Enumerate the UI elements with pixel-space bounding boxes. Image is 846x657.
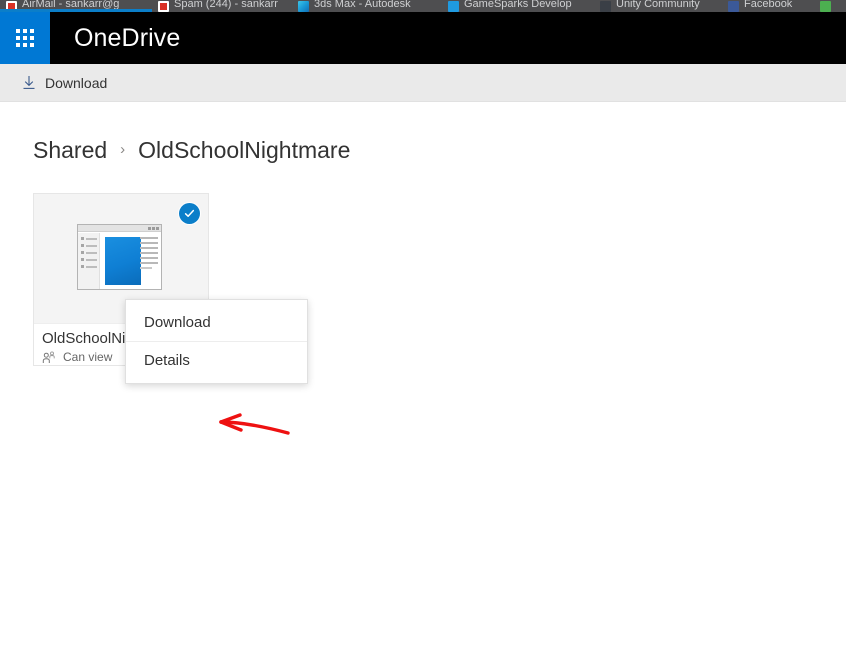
- browser-tab[interactable]: GameSparks Develop: [442, 0, 594, 12]
- app-launcher-button[interactable]: [0, 12, 50, 64]
- preview-sidebar: [78, 233, 100, 289]
- people-shared-icon: [42, 351, 57, 364]
- app-launcher-icon: [16, 29, 34, 47]
- mail-favicon: [158, 1, 169, 12]
- check-circle-icon: [184, 209, 195, 217]
- browser-tab[interactable]: 3ds Max - Autodesk: [292, 0, 442, 12]
- browser-tab-label: Facebook: [744, 0, 793, 10]
- browser-tab[interactable]: Facebook: [722, 0, 814, 12]
- command-bar: Download: [0, 64, 846, 102]
- preview-text-lines: [140, 237, 158, 272]
- gamesparks-favicon: [448, 1, 459, 12]
- browser-tab[interactable]: Spam (244) - sankarr: [152, 0, 292, 12]
- browser-tab-label: Unity Community: [616, 0, 700, 10]
- browser-tab[interactable]: [814, 0, 846, 12]
- autodesk-favicon: [298, 1, 309, 12]
- breadcrumb-item-current: OldSchoolNightmare: [138, 137, 351, 163]
- selection-checkbox[interactable]: [179, 203, 200, 224]
- unity-favicon: [600, 1, 611, 12]
- context-menu-item-download[interactable]: Download: [126, 304, 307, 341]
- red-arrow-pointing-left: [216, 411, 296, 445]
- download-icon: [22, 75, 36, 91]
- breadcrumb: Shared › OldSchoolNightmare: [33, 135, 350, 165]
- preview-image-block: [105, 237, 141, 285]
- file-sharing-label: Can view: [63, 350, 113, 364]
- breadcrumb-separator-icon: ›: [120, 141, 126, 158]
- facebook-favicon: [728, 1, 739, 12]
- breadcrumb-item-shared[interactable]: Shared: [33, 136, 107, 164]
- main-content: Shared › OldSchoolNightmare OldSchoolNig…: [0, 103, 846, 657]
- onedrive-brand-link[interactable]: OneDrive: [74, 12, 180, 64]
- document-preview-thumbnail: [77, 224, 162, 290]
- browser-tab-label: GameSparks Develop: [464, 0, 572, 10]
- window-controls-icon: [148, 227, 159, 230]
- download-button[interactable]: Download: [16, 64, 117, 102]
- browser-tab-label: 3ds Max - Autodesk: [314, 0, 411, 10]
- generic-favicon: [820, 1, 831, 12]
- context-menu-item-details[interactable]: Details: [126, 342, 307, 379]
- preview-titlebar: [78, 225, 161, 232]
- suite-header-bar: OneDrive: [0, 12, 846, 64]
- download-button-label: Download: [45, 75, 108, 91]
- context-menu: Download Details: [125, 299, 308, 384]
- browser-tab-strip: AirMail - sankarr@g Spam (244) - sankarr…: [0, 0, 846, 12]
- browser-tab-label: Spam (244) - sankarr: [174, 0, 278, 10]
- browser-tab[interactable]: Unity Community: [594, 0, 722, 12]
